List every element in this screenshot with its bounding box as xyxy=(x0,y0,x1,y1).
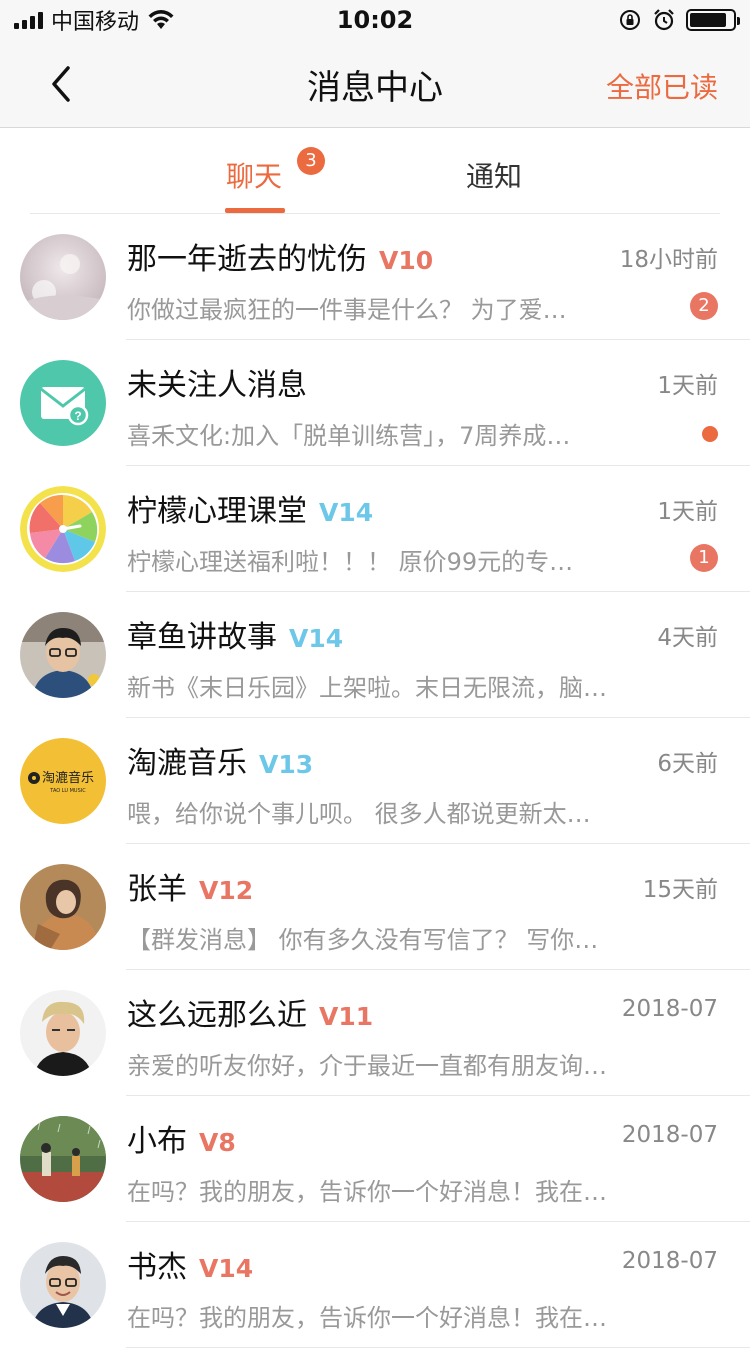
contact-name: 张羊 xyxy=(127,872,187,907)
lemon-clock-icon xyxy=(20,486,106,572)
tao-lu-music-logo: 淘漉音乐 TAO LU MUSIC xyxy=(20,738,106,824)
message-preview: 【群发消息】 你有多久没有写信了？ 写你… xyxy=(127,926,599,954)
contact-name: 书杰 xyxy=(127,1250,187,1285)
contact-name: 那一年逝去的忧伤 xyxy=(127,242,367,277)
message-preview: 喜禾文化:加入「脱单训练营」，7周养成… xyxy=(127,422,571,450)
message-row[interactable]: ? 未关注人消息 1天前 喜禾文化:加入「脱单训练营」，7周养成… xyxy=(0,340,750,466)
vip-level-badge: V12 xyxy=(199,876,254,905)
active-tab-indicator xyxy=(225,208,285,213)
alarm-icon xyxy=(654,9,674,31)
logo-text: 淘漉音乐 xyxy=(42,770,94,786)
message-time: 1天前 xyxy=(657,373,718,399)
message-row[interactable]: 书杰 V14 2018-07 在吗？我的朋友，告诉你一个好消息！我在… xyxy=(0,1222,750,1348)
message-preview: 你做过最疯狂的一件事是什么？ 为了爱… xyxy=(127,296,567,324)
message-time: 2018-07 xyxy=(621,1248,718,1274)
message-preview: 喂，给你说个事儿呗。 很多人都说更新太… xyxy=(127,800,591,828)
vip-level-badge: V10 xyxy=(379,246,434,275)
message-time: 6天前 xyxy=(657,751,718,777)
contact-name: 淘漉音乐 xyxy=(127,746,247,781)
status-right xyxy=(618,8,740,32)
tab-bar: 聊天 3 通知 xyxy=(30,129,720,214)
vip-level-badge: V8 xyxy=(199,1128,236,1157)
status-bar: 中国移动 10:02 xyxy=(0,0,750,40)
illustrated-girl-avatar xyxy=(20,864,106,950)
message-row[interactable]: 张羊 V12 15天前 【群发消息】 你有多久没有写信了？ 写你… xyxy=(0,844,750,970)
message-row[interactable]: 淘漉音乐 TAO LU MUSIC 淘漉音乐 V13 6天前 喂，给你说个事儿呗… xyxy=(0,718,750,844)
tab-notice[interactable]: 通知 xyxy=(466,155,522,195)
message-time: 2018-07 xyxy=(621,996,718,1022)
logo-subtext: TAO LU MUSIC xyxy=(49,788,86,794)
envelope-icon: ? xyxy=(20,360,106,446)
message-time: 1天前 xyxy=(657,499,718,525)
unread-count-badge: 1 xyxy=(690,544,718,572)
unread-count-badge: 2 xyxy=(690,292,718,320)
smiling-man-photo-avatar xyxy=(20,1242,106,1328)
misty-photo-avatar xyxy=(20,234,106,320)
contact-name: 小布 xyxy=(127,1124,187,1159)
message-preview: 在吗？我的朋友，告诉你一个好消息！我在… xyxy=(127,1304,607,1332)
message-list: 那一年逝去的忧伤 V10 18小时前 你做过最疯狂的一件事是什么？ 为了爱… 2… xyxy=(0,214,750,1348)
man-glasses-photo-avatar xyxy=(20,612,106,698)
chat-unread-badge: 3 xyxy=(297,147,325,175)
vip-level-badge: V11 xyxy=(319,1002,374,1031)
blonde-man-photo-avatar xyxy=(20,990,106,1076)
vip-level-badge: V14 xyxy=(289,624,344,653)
message-time: 18小时前 xyxy=(619,247,718,273)
contact-name: 章鱼讲故事 xyxy=(127,620,277,655)
rotation-lock-icon xyxy=(620,10,640,30)
rain-illustration-avatar xyxy=(20,1116,106,1202)
battery-icon xyxy=(686,9,740,31)
message-row[interactable]: 那一年逝去的忧伤 V10 18小时前 你做过最疯狂的一件事是什么？ 为了爱… 2 xyxy=(0,214,750,340)
navigation-bar: 消息中心 全部已读 xyxy=(0,40,750,128)
message-preview: 柠檬心理送福利啦！！！ 原价99元的专… xyxy=(127,548,574,576)
vip-level-badge: V14 xyxy=(199,1254,254,1283)
tab-chat[interactable]: 聊天 xyxy=(226,155,282,195)
message-row[interactable]: 章鱼讲故事 V14 4天前 新书《末日乐园》上架啦。末日无限流，脑… xyxy=(0,592,750,718)
battery-level xyxy=(690,13,726,27)
message-preview: 亲爱的听友你好，介于最近一直都有朋友询… xyxy=(127,1052,607,1080)
message-preview: 在吗？我的朋友，告诉你一个好消息！我在… xyxy=(127,1178,607,1206)
message-row[interactable]: 这么远那么近 V11 2018-07 亲爱的听友你好，介于最近一直都有朋友询… xyxy=(0,970,750,1096)
unread-dot xyxy=(702,426,718,442)
message-time: 15天前 xyxy=(642,877,718,903)
vip-level-badge: V13 xyxy=(259,750,314,779)
mark-all-read-button[interactable]: 全部已读 xyxy=(606,66,718,106)
message-row[interactable]: 小布 V8 2018-07 在吗？我的朋友，告诉你一个好消息！我在… xyxy=(0,1096,750,1222)
contact-name: 这么远那么近 xyxy=(127,998,307,1033)
svg-text:?: ? xyxy=(74,409,81,423)
vip-level-badge: V14 xyxy=(319,498,374,527)
message-preview: 新书《末日乐园》上架啦。末日无限流，脑… xyxy=(127,674,607,702)
message-time: 2018-07 xyxy=(621,1122,718,1148)
contact-name: 未关注人消息 xyxy=(127,368,307,403)
message-time: 4天前 xyxy=(657,625,718,651)
message-row[interactable]: 柠檬心理课堂 V14 1天前 柠檬心理送福利啦！！！ 原价99元的专… 1 xyxy=(0,466,750,592)
contact-name: 柠檬心理课堂 xyxy=(127,494,307,529)
